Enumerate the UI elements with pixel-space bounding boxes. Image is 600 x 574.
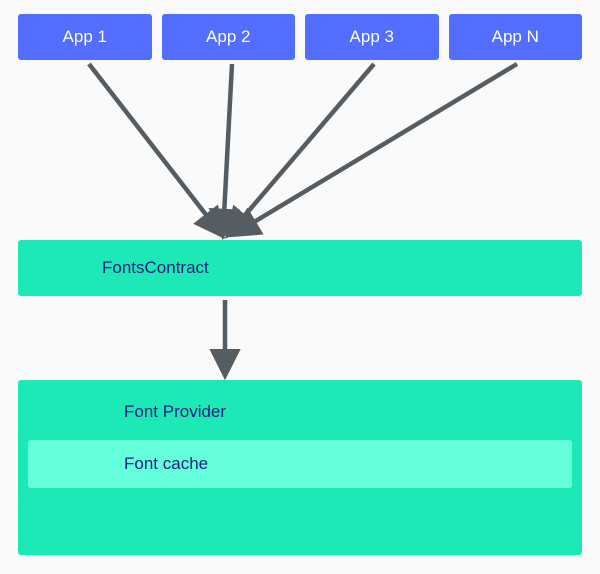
font-cache-box: Font cache [28,440,572,488]
fonts-contract-layer: FontsContract [18,240,582,296]
app-label: App 1 [63,27,107,47]
apps-row: App 1 App 2 App 3 App N [18,14,582,60]
font-cache-label: Font cache [124,454,208,474]
diagram-canvas: App 1 App 2 App 3 App N FontsContract Fo… [0,0,600,574]
apps-to-contract-arrows [89,64,517,234]
app-label: App 3 [350,27,394,47]
app-label: App N [492,27,539,47]
fonts-contract-box: FontsContract [18,240,582,296]
app-box-2: App 2 [162,14,296,60]
app-box-3: App 3 [305,14,439,60]
app-box-n: App N [449,14,583,60]
app-box-1: App 1 [18,14,152,60]
app-label: App 2 [206,27,250,47]
fonts-contract-label: FontsContract [102,258,209,278]
font-provider-block: Font Provider Font cache [18,380,582,555]
font-provider-label: Font Provider [28,390,572,434]
